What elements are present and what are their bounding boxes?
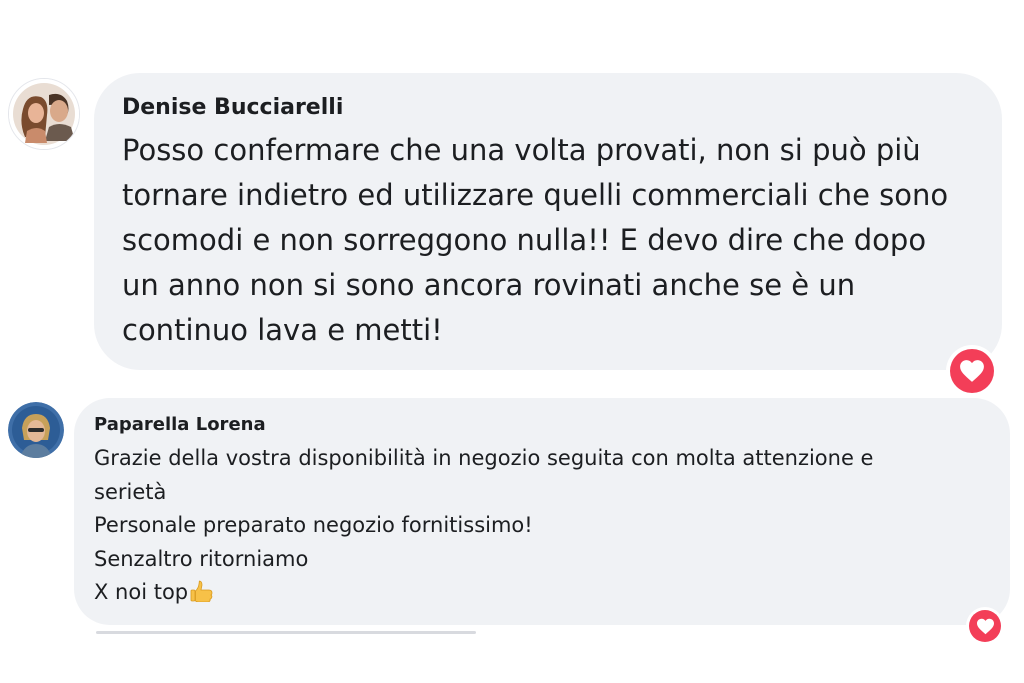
avatar[interactable]	[8, 402, 64, 458]
comment-line: X noi top	[94, 580, 189, 604]
heart-icon	[969, 610, 1001, 642]
comment-text: Grazie della vostra disponibilità in neg…	[94, 442, 1010, 613]
comment-line: Senzaltro ritorniamo	[94, 546, 309, 571]
comment-line: un anno non si sono ancora rovinati anch…	[122, 268, 856, 302]
comment-line: continuo lava e metti!	[122, 313, 443, 347]
thumbs-up-icon	[190, 579, 214, 613]
heart-icon	[950, 349, 994, 393]
cut-off-content	[96, 628, 476, 636]
comment-last-line: X noi top	[94, 576, 1010, 613]
reaction-badge[interactable]	[946, 345, 998, 397]
comment-line: Grazie della vostra disponibilità in neg…	[94, 446, 874, 470]
reaction-badge[interactable]	[966, 607, 1004, 645]
comment-line: scomodi e non sorreggono nulla!! E devo …	[122, 223, 927, 257]
comment-line: tornare indietro ed utilizzare quelli co…	[122, 178, 949, 212]
comment-author[interactable]: Denise Bucciarelli	[122, 94, 1002, 122]
comment-bubble: Paparella Lorena Grazie della vostra dis…	[74, 398, 1010, 625]
comment-text: Posso confermare che una volta provati, …	[122, 128, 1002, 353]
couple-photo-icon	[9, 79, 79, 149]
comment-author[interactable]: Paparella Lorena	[94, 413, 1010, 437]
comment-line: serietà	[94, 479, 167, 504]
comment-line: Personale preparato negozio fornitissimo…	[94, 513, 533, 537]
comment-bubble: Denise Bucciarelli Posso confermare che …	[94, 73, 1002, 370]
profile-photo-icon	[8, 402, 64, 458]
comment-line: Posso confermare che una volta provati, …	[122, 133, 921, 167]
avatar[interactable]	[8, 78, 80, 150]
